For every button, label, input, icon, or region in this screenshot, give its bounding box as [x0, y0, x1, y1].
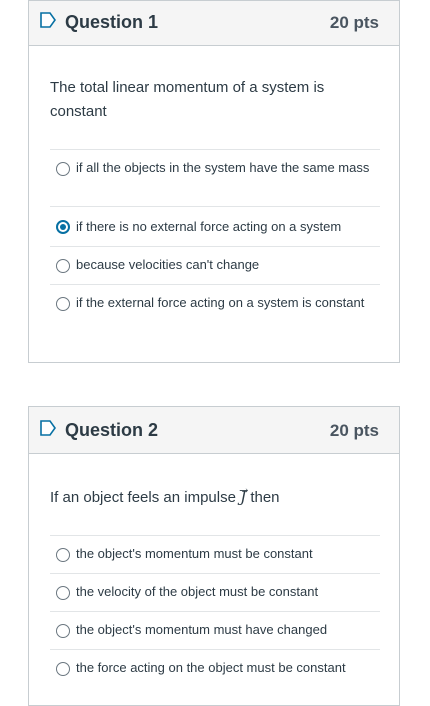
answer-option-1[interactable]: if all the objects in the system have th… — [50, 149, 380, 206]
radio-button[interactable] — [56, 662, 70, 676]
radio-button[interactable] — [56, 297, 70, 311]
radio-button-selected[interactable] — [56, 220, 70, 234]
answer-option-4[interactable]: if the external force acting on a system… — [50, 284, 380, 344]
impulse-symbol: → J — [239, 484, 249, 506]
answer-option-2[interactable]: if there is no external force acting on … — [50, 206, 380, 246]
answer-label: if there is no external force acting on … — [76, 219, 342, 234]
answer-label: if all the objects in the system have th… — [76, 160, 370, 175]
answer-label: the velocity of the object must be const… — [76, 584, 319, 599]
question-points: 20 pts — [329, 421, 379, 440]
stem-text-before: If an object feels an impulse — [50, 489, 236, 506]
question-card-1: Question 1 20 pts The total linear momen… — [28, 0, 400, 363]
answer-list: if all the objects in the system have th… — [50, 149, 380, 344]
bookmark-flag-icon[interactable] — [39, 11, 57, 29]
answer-list: the object's momentum must be constant t… — [50, 535, 380, 687]
radio-button[interactable] — [56, 548, 70, 562]
answer-option-3[interactable]: because velocities can't change — [50, 246, 380, 284]
stem-text-after: then — [250, 489, 280, 506]
radio-button[interactable] — [56, 586, 70, 600]
answer-option-3[interactable]: the object's momentum must have changed — [50, 611, 380, 649]
question-title: Question 1 — [65, 12, 159, 32]
question-header: Question 1 20 pts — [29, 1, 399, 46]
bookmark-flag-icon[interactable] — [39, 419, 57, 437]
answer-label: the object's momentum must be constant — [76, 546, 313, 561]
question-stem: The total linear momentum of a system is… — [50, 79, 325, 120]
radio-button[interactable] — [56, 624, 70, 638]
answer-option-1[interactable]: the object's momentum must be constant — [50, 535, 380, 573]
question-header: Question 2 20 pts — [29, 407, 399, 454]
answer-label: the force acting on the object must be c… — [76, 660, 346, 675]
radio-button[interactable] — [56, 162, 70, 176]
question-points: 20 pts — [329, 13, 379, 32]
answer-option-2[interactable]: the velocity of the object must be const… — [50, 573, 380, 611]
question-card-2: Question 2 20 pts If an object feels an … — [28, 406, 400, 706]
question-title: Question 2 — [65, 420, 159, 440]
answer-label: because velocities can't change — [76, 257, 260, 272]
answer-label: if the external force acting on a system… — [76, 295, 365, 310]
radio-button[interactable] — [56, 259, 70, 273]
answer-option-4[interactable]: the force acting on the object must be c… — [50, 649, 380, 687]
question-stem: If an object feels an impulse → J then — [50, 484, 370, 510]
answer-label: the object's momentum must have changed — [76, 622, 328, 637]
